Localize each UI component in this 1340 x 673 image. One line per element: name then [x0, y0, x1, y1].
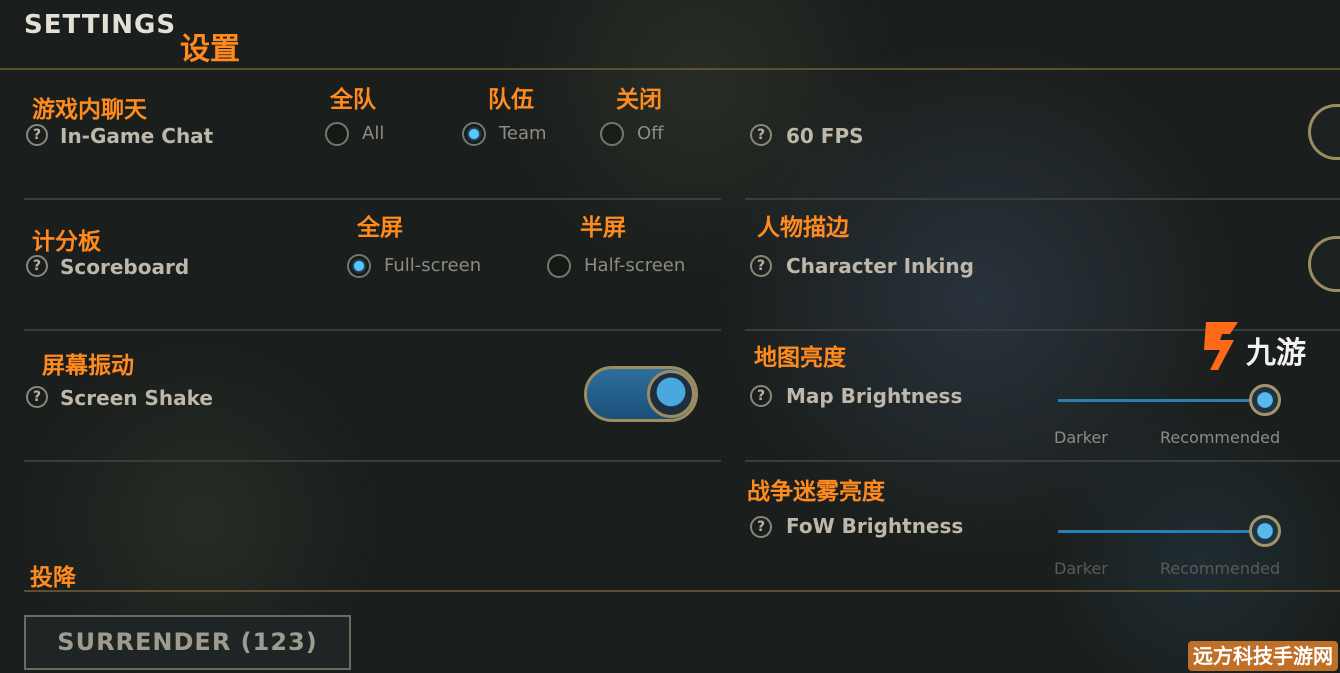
shake-label: Screen Shake — [60, 386, 213, 410]
map-brightness-min-label: Darker — [1054, 428, 1108, 447]
scoreboard-option-full-radio[interactable] — [347, 254, 371, 278]
scoreboard-option-half-label[interactable]: Half-screen — [584, 255, 685, 276]
surrender-label-cn: 投降 — [30, 565, 76, 591]
inking-label-cn: 人物描边 — [757, 215, 849, 241]
fps-label: 60 FPS — [786, 124, 864, 148]
chat-option-off-radio[interactable] — [600, 122, 624, 146]
fps-toggle[interactable] — [1308, 104, 1340, 160]
jiuyou-logo-text: 九游 — [1246, 336, 1306, 371]
footer-divider — [24, 590, 1340, 592]
fow-brightness-min-label: Darker — [1054, 559, 1108, 578]
map-brightness-label: Map Brightness — [786, 384, 963, 408]
inking-label: Character Inking — [786, 254, 974, 278]
scoreboard-label-cn: 计分板 — [32, 229, 101, 255]
jiuyou-logo: 九游 — [1200, 318, 1306, 378]
site-watermark: 远方科技手游网 — [1188, 641, 1338, 671]
chat-label-cn: 游戏内聊天 — [32, 97, 147, 123]
fow-brightness-thumb[interactable] — [1249, 515, 1281, 547]
surrender-button[interactable]: SURRENDER (123) — [24, 615, 351, 670]
scoreboard-help-icon[interactable]: ? — [26, 255, 48, 277]
map-brightness-max-label: Recommended — [1160, 428, 1281, 447]
fow-brightness-label-cn: 战争迷雾亮度 — [747, 479, 885, 505]
shake-help-icon[interactable]: ? — [26, 386, 48, 408]
fps-help-icon[interactable]: ? — [750, 124, 772, 146]
shake-toggle[interactable] — [584, 366, 698, 422]
shake-label-cn: 屏幕振动 — [42, 353, 134, 379]
header-divider — [0, 68, 1340, 70]
fow-brightness-help-icon[interactable]: ? — [750, 516, 772, 538]
scoreboard-option-full-label[interactable]: Full-screen — [384, 255, 481, 276]
chat-option-team-label[interactable]: Team — [499, 123, 547, 144]
map-brightness-track[interactable] — [1058, 399, 1258, 402]
row-divider — [745, 460, 1340, 462]
inking-help-icon[interactable]: ? — [750, 255, 772, 277]
scoreboard-option-half-cn: 半屏 — [580, 215, 626, 241]
fow-brightness-track[interactable] — [1058, 530, 1258, 533]
scoreboard-option-full-cn: 全屏 — [357, 215, 403, 241]
scoreboard-label: Scoreboard — [60, 255, 190, 279]
chat-option-off-cn: 关闭 — [616, 87, 662, 113]
shake-toggle-knob — [647, 370, 695, 418]
map-brightness-help-icon[interactable]: ? — [750, 385, 772, 407]
chat-option-team-radio[interactable] — [462, 122, 486, 146]
chat-option-team-cn: 队伍 — [488, 87, 534, 113]
chat-option-all-label[interactable]: All — [362, 123, 384, 144]
row-divider — [745, 198, 1340, 200]
scoreboard-option-half-radio[interactable] — [547, 254, 571, 278]
fow-brightness-label: FoW Brightness — [786, 514, 964, 538]
chat-option-all-radio[interactable] — [325, 122, 349, 146]
chat-help-icon[interactable]: ? — [26, 124, 48, 146]
chat-label: In-Game Chat — [60, 124, 214, 148]
map-brightness-label-cn: 地图亮度 — [754, 345, 846, 371]
page-title: SETTINGS — [24, 10, 177, 40]
chat-option-all-cn: 全队 — [330, 87, 376, 113]
chat-option-off-label[interactable]: Off — [637, 123, 664, 144]
map-brightness-thumb[interactable] — [1249, 384, 1281, 416]
row-divider — [24, 329, 721, 331]
row-divider — [24, 460, 721, 462]
row-divider — [24, 198, 721, 200]
fow-brightness-max-label: Recommended — [1160, 559, 1281, 578]
jiuyou-logo-icon — [1204, 322, 1238, 370]
page-title-cn: 设置 — [180, 32, 240, 67]
inking-toggle[interactable] — [1308, 236, 1340, 292]
